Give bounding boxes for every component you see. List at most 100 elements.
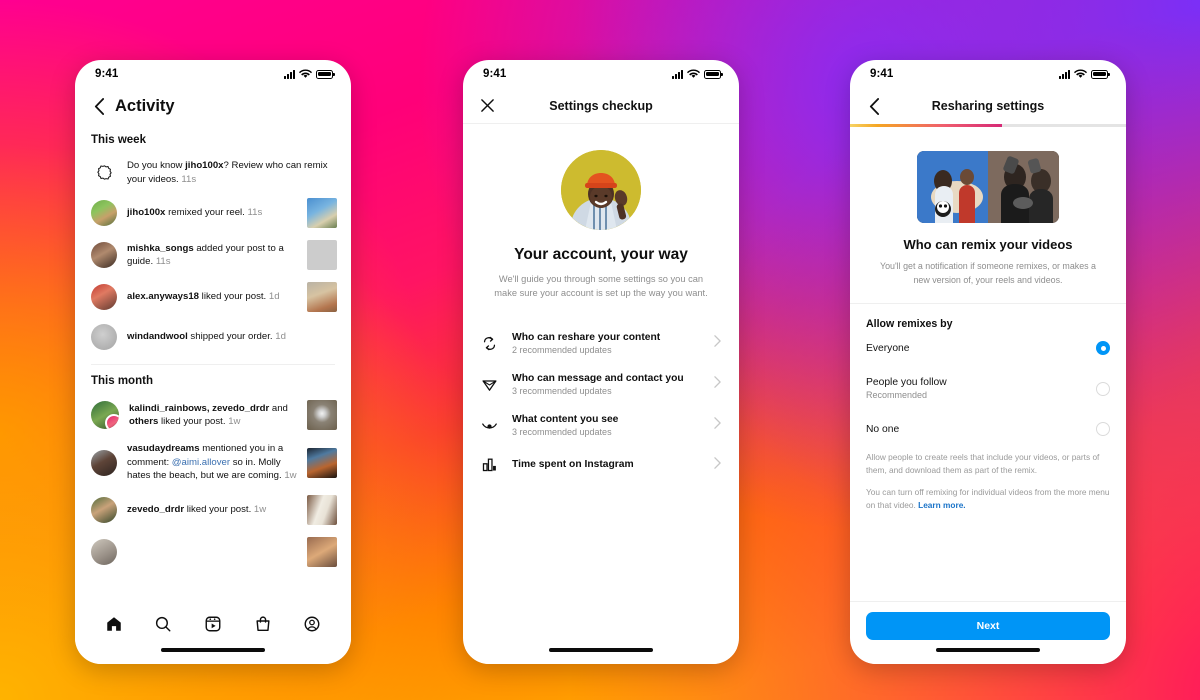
cellular-bars-icon: [672, 69, 683, 79]
activity-row-windandwool[interactable]: windandwool shipped your order. 1d: [75, 318, 351, 356]
option-note: Recommended: [866, 390, 928, 401]
battery-full-icon: [1091, 69, 1110, 79]
radio-button[interactable]: [1096, 381, 1110, 396]
activity-row-partial[interactable]: [75, 531, 351, 573]
option-everyone[interactable]: Everyone: [850, 330, 1126, 366]
activity-text: jiho100x remixed your reel. 11s: [127, 207, 263, 219]
radio-button[interactable]: [1096, 422, 1110, 437]
post-thumbnail[interactable]: [307, 400, 337, 431]
phone-activity-screen: 9:41 Activity This week Do you know jiho…: [75, 60, 351, 664]
option-no-one[interactable]: No one: [850, 411, 1126, 447]
activity-text: vasudaydreams mentioned you in a comment…: [127, 443, 297, 482]
activity-text: Do you know jiho100x? Review who can rem…: [127, 160, 328, 185]
activity-list[interactable]: This week Do you know jiho100x? Review w…: [75, 124, 351, 604]
post-thumbnail[interactable]: [307, 537, 337, 568]
status-bar: 9:41: [463, 60, 739, 88]
search-icon[interactable]: [154, 615, 172, 638]
learn-more-link[interactable]: Learn more.: [918, 500, 966, 510]
status-time: 9:41: [870, 68, 894, 80]
menu-item-subtitle: 3 recommended updates: [512, 385, 612, 396]
phone-resharing-settings-screen: 9:41 Resharing settings Who can remix yo…: [850, 60, 1126, 664]
activity-text: mishka_songs added your post to a guide.…: [127, 242, 284, 268]
reshare-loop-icon: [479, 333, 499, 353]
shop-icon[interactable]: [254, 615, 272, 638]
menu-item-reshare[interactable]: Who can reshare your content 2 recommend…: [463, 323, 739, 364]
resharing-body[interactable]: Who can remix your videos You'll get a n…: [850, 127, 1126, 601]
wifi-icon: [1074, 69, 1087, 78]
avatar[interactable]: [91, 539, 117, 566]
next-button[interactable]: Next: [866, 612, 1110, 640]
activity-text: kalindi_rainbows, zevedo_drdr and others…: [129, 402, 288, 428]
avatar[interactable]: [91, 200, 117, 227]
settings-checkup-body[interactable]: Your account, your way We'll guide you t…: [463, 124, 739, 648]
subheading: You'll get a notification if someone rem…: [880, 261, 1096, 285]
menu-item-subtitle: 3 recommended updates: [512, 426, 612, 437]
footnote-remix-explain: Allow people to create reels that includ…: [866, 452, 1100, 475]
cellular-bars-icon: [284, 69, 295, 79]
checkup-menu[interactable]: Who can reshare your content 2 recommend…: [463, 323, 739, 484]
battery-full-icon: [704, 69, 723, 79]
activity-row-zevedo-drdr[interactable]: zevedo_drdr liked your post. 1w: [75, 489, 351, 531]
activity-row-vasudaydreams[interactable]: vasudaydreams mentioned you in a comment…: [75, 436, 351, 489]
remix-burst-icon: [91, 160, 117, 186]
avatar[interactable]: [91, 242, 117, 269]
page-title: Settings checkup: [549, 98, 653, 113]
heading: Your account, your way: [514, 246, 688, 263]
settings-checkup-navbar: Settings checkup: [463, 88, 739, 124]
wifi-icon: [687, 69, 700, 78]
phone-settings-checkup-screen: 9:41 Settings checkup Your account, your…: [463, 60, 739, 664]
cellular-bars-icon: [1059, 69, 1070, 79]
chevron-right-icon: [714, 334, 721, 352]
section-header-this-month: This month: [91, 375, 153, 388]
post-thumbnail[interactable]: [307, 282, 337, 313]
activity-row-mishka-songs[interactable]: mishka_songs added your post to a guide.…: [75, 234, 351, 276]
menu-item-title: Time spent on Instagram: [512, 459, 634, 471]
menu-item-message-contact[interactable]: Who can message and contact you 3 recomm…: [463, 364, 739, 405]
option-label: Everyone: [866, 342, 910, 354]
menu-item-time-spent[interactable]: Time spent on Instagram: [463, 446, 739, 484]
post-thumbnail[interactable]: [307, 447, 337, 478]
reels-icon[interactable]: [204, 615, 222, 638]
status-bar: 9:41: [75, 60, 351, 88]
home-indicator: [850, 648, 1126, 664]
chevron-right-icon: [714, 375, 721, 393]
menu-item-title: Who can reshare your content: [512, 331, 661, 343]
profile-icon[interactable]: [303, 615, 321, 638]
activity-row-jiho100x[interactable]: jiho100x remixed your reel. 11s: [75, 192, 351, 234]
page-title: Resharing settings: [931, 99, 1045, 113]
chevron-left-icon[interactable]: [864, 96, 884, 116]
chevron-left-icon[interactable]: [89, 96, 109, 116]
chevron-right-icon: [714, 456, 721, 474]
home-icon[interactable]: [105, 615, 123, 638]
close-x-icon[interactable]: [477, 96, 497, 116]
menu-item-content-you-see[interactable]: What content you see 3 recommended updat…: [463, 405, 739, 446]
avatar[interactable]: [91, 401, 119, 430]
menu-item-title: Who can message and contact you: [512, 372, 684, 384]
avatar[interactable]: [91, 449, 117, 476]
status-time: 9:41: [483, 68, 507, 80]
option-people-you-follow[interactable]: People you follow Recommended: [850, 366, 1126, 411]
person-waving-orange-hat-photo: [561, 150, 641, 230]
avatar[interactable]: [91, 497, 117, 524]
activity-row-kalindi-rainbows[interactable]: kalindi_rainbows, zevedo_drdr and others…: [75, 394, 351, 436]
avatar[interactable]: [91, 324, 117, 351]
bar-chart-icon: [479, 455, 499, 475]
status-bar: 9:41: [850, 60, 1126, 88]
option-label: No one: [866, 423, 900, 435]
activity-row-remix-prompt[interactable]: Do you know jiho100x? Review who can rem…: [75, 153, 351, 192]
paper-plane-icon: [479, 374, 499, 394]
avatar[interactable]: [91, 284, 117, 311]
eye-icon: [479, 415, 499, 435]
activity-row-alex-anyways18[interactable]: alex.anyways18 liked your post. 1d: [75, 276, 351, 318]
post-thumbnail[interactable]: [307, 240, 337, 271]
heading: Who can remix your videos: [903, 237, 1073, 252]
menu-item-subtitle: 2 recommended updates: [512, 344, 612, 355]
menu-item-title: What content you see: [512, 413, 619, 425]
bottom-tabbar[interactable]: [75, 604, 351, 648]
post-thumbnail[interactable]: [307, 198, 337, 229]
page-title: Activity: [115, 96, 175, 115]
activity-text: zevedo_drdr liked your post. 1w: [127, 504, 267, 516]
radio-button-selected[interactable]: [1096, 341, 1110, 356]
activity-text: windandwool shipped your order. 1d: [127, 331, 286, 343]
post-thumbnail[interactable]: [307, 495, 337, 526]
